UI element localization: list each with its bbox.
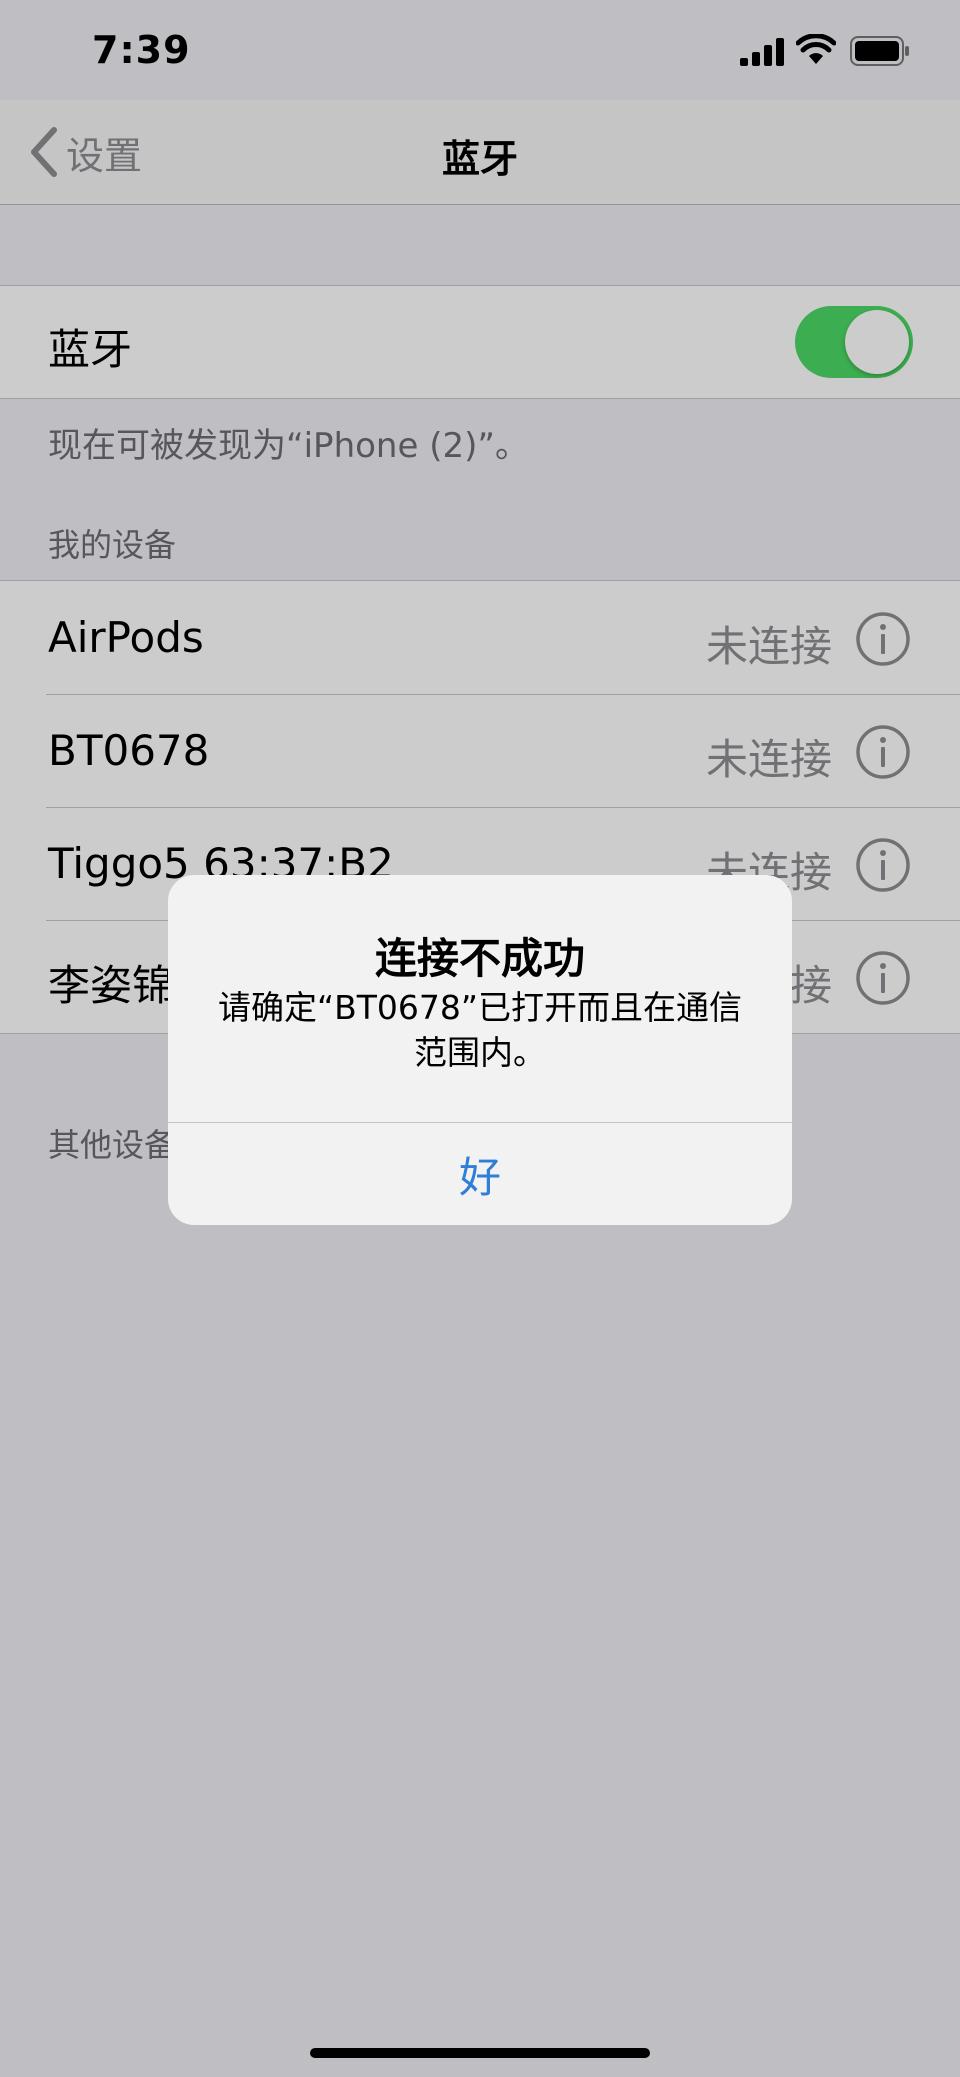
connection-failed-alert: 连接不成功 请确定“BT0678”已打开而且在通信范围内。 好	[168, 875, 792, 1225]
alert-title: 连接不成功	[374, 934, 585, 983]
ok-button[interactable]: 好	[168, 1123, 792, 1225]
alert-message: 请确定“BT0678”已打开而且在通信范围内。	[218, 988, 742, 1072]
home-indicator[interactable]	[310, 2048, 650, 2058]
